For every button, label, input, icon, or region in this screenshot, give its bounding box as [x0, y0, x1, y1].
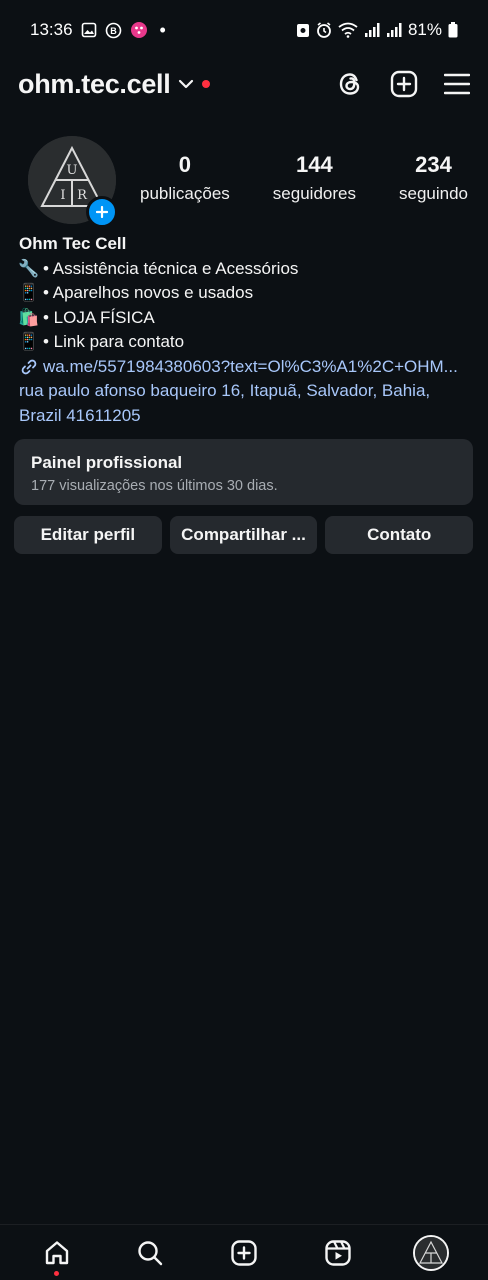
- dashboard-title: Painel profissional: [31, 453, 183, 472]
- bio-line: 📱 • Aparelhos novos e usados: [18, 281, 472, 306]
- profile-bio: Ohm Tec Cell 🔧 • Assistência técnica e A…: [18, 232, 472, 428]
- bio-line-text: • Link para contato: [43, 332, 185, 351]
- bio-line: 🛍️ • LOJA FÍSICA: [18, 306, 472, 331]
- stat-following-value: 234: [415, 152, 452, 177]
- profile-action-buttons: Editar perfil Compartilhar ... Contato: [14, 516, 474, 554]
- search-icon[interactable]: [125, 1228, 175, 1278]
- profile-tab[interactable]: [406, 1228, 456, 1278]
- battery-saver-icon: [296, 22, 310, 38]
- bio-link-text[interactable]: wa.me/5571984380603?text=Ol%C3%A1%2C+OHM…: [43, 355, 458, 380]
- status-bar: 13:36 B • 81%: [0, 0, 488, 60]
- profile-stats: 0 publicações 144 seguidores 234 seguind…: [140, 152, 468, 204]
- more-notifications-dot: •: [159, 19, 166, 40]
- home-icon[interactable]: [32, 1228, 82, 1278]
- wifi-icon: [338, 22, 358, 38]
- signal-icon-2: [386, 23, 402, 37]
- battery-icon: [448, 22, 458, 38]
- alarm-icon: [316, 22, 332, 38]
- app-notification-icon: [130, 21, 148, 39]
- b-notification-icon: B: [105, 22, 122, 39]
- stat-following-label: seguindo: [398, 184, 468, 203]
- plus-icon: [96, 206, 108, 218]
- phone-icon: 📱: [18, 283, 40, 302]
- notification-dot: [202, 80, 211, 88]
- stat-followers[interactable]: 144 seguidores: [273, 152, 356, 204]
- bio-address[interactable]: rua paulo afonso baqueiro 16, Itapuã, Sa…: [19, 379, 472, 428]
- phone-icon: 📱: [18, 332, 40, 351]
- avatar-letter-top: U: [67, 163, 78, 178]
- shopping-bags-icon: 🛍️: [18, 307, 40, 327]
- avatar-letter-right: R: [77, 188, 88, 203]
- reels-icon[interactable]: [313, 1228, 363, 1278]
- stat-posts-label: publicações: [140, 184, 230, 203]
- home-notification-dot: [54, 1270, 60, 1276]
- stat-posts-value: 0: [178, 152, 192, 177]
- menu-icon[interactable]: [444, 72, 470, 96]
- plus-square-icon[interactable]: [390, 70, 418, 98]
- stat-following[interactable]: 234 seguindo: [399, 152, 468, 204]
- account-username[interactable]: ohm.tec.cell: [18, 69, 171, 100]
- chevron-down-icon[interactable]: [178, 78, 194, 90]
- threads-icon[interactable]: [336, 70, 364, 98]
- bio-line-text: • LOJA FÍSICA: [43, 307, 155, 327]
- bio-website-link[interactable]: wa.me/5571984380603?text=Ol%C3%A1%2C+OHM…: [19, 355, 472, 380]
- share-profile-button[interactable]: Compartilhar ...: [169, 516, 318, 554]
- wrench-icon: 🔧: [18, 258, 40, 278]
- bio-line-text: • Aparelhos novos e usados: [43, 283, 254, 302]
- bio-line: 🔧 • Assistência técnica e Acessórios: [18, 257, 472, 282]
- link-icon: [19, 358, 39, 376]
- stat-followers-value: 144: [296, 152, 333, 177]
- profile-header: ohm.tec.cell: [0, 62, 488, 106]
- edit-profile-button[interactable]: Editar perfil: [14, 516, 162, 554]
- profile-avatar-container[interactable]: U I R: [28, 136, 118, 228]
- create-icon[interactable]: [219, 1228, 269, 1278]
- gallery-notification-icon: [81, 22, 97, 38]
- stat-posts[interactable]: 0 publicações: [140, 152, 230, 204]
- contact-button[interactable]: Contato: [325, 516, 474, 554]
- professional-dashboard-card[interactable]: Painel profissional 177 visualizações no…: [14, 439, 473, 505]
- avatar-letter-left: I: [60, 188, 65, 203]
- bottom-navigation: [0, 1224, 488, 1280]
- signal-icon-1: [364, 23, 380, 37]
- svg-text:B: B: [110, 26, 117, 36]
- profile-display-name: Ohm Tec Cell: [19, 234, 127, 253]
- profile-avatar-small: [413, 1234, 450, 1271]
- dashboard-subtitle: 177 visualizações nos últimos 30 dias.: [31, 478, 278, 494]
- add-story-button[interactable]: [86, 196, 118, 228]
- stat-followers-label: seguidores: [272, 184, 356, 203]
- battery-percent: 81%: [407, 20, 442, 39]
- bio-line-text: • Assistência técnica e Acessórios: [43, 258, 299, 278]
- bio-line: 📱 • Link para contato: [18, 330, 472, 355]
- status-time: 13:36: [30, 20, 73, 39]
